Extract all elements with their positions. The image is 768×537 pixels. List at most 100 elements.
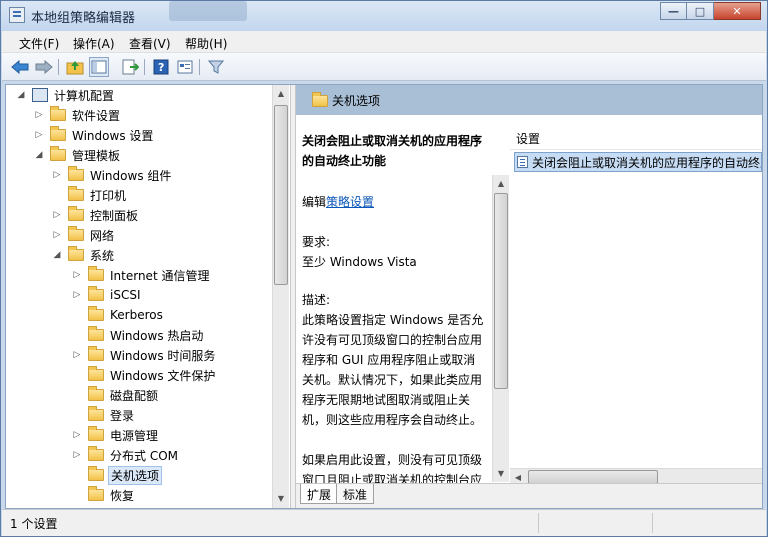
main-content: ◢ 计算机配置 ▷ 软件设置 ▷ Windows 设置 ◢ 管理模板 ▷ Windows 组件打印… [5, 84, 763, 509]
folder-icon [88, 486, 104, 501]
export-list-icon[interactable] [120, 57, 140, 77]
tree-item[interactable]: ▷ iSCSI [72, 285, 143, 305]
up-folder-icon[interactable] [65, 57, 85, 77]
description-vertical-scrollbar[interactable]: ▲ ▼ [492, 175, 509, 482]
status-text: 1 个设置 [10, 517, 58, 531]
tree-item[interactable]: ◢ 计算机配置 [16, 85, 116, 105]
scroll-up-arrow-icon[interactable]: ▲ [493, 175, 509, 191]
tree-item[interactable]: ◢ 管理模板 [34, 145, 122, 165]
forward-icon[interactable] [34, 57, 54, 77]
tree-item-label: 电源管理 [110, 428, 159, 443]
tree-item-label: 管理模板 [72, 148, 121, 163]
tree-item-label: 系统 [90, 248, 115, 263]
tree-vertical-scrollbar[interactable]: ▲ ▼ [272, 85, 289, 508]
expand-arrow-icon[interactable]: ▷ [34, 110, 44, 120]
tree-scroll-thumb[interactable] [274, 105, 288, 285]
column-header-setting[interactable]: 设置 [510, 130, 762, 150]
tree-item-label: Windows 时间服务 [110, 348, 216, 363]
settings-list: 设置 关闭会阻止或取消关机的应用程序的自动终止功能 ◀ [510, 125, 762, 485]
status-bar: 1 个设置 [2, 509, 766, 536]
folder-icon [88, 446, 104, 461]
menu-view[interactable]: 查看(V) [129, 35, 171, 52]
tree-item[interactable]: ▷ Windows 组件 [52, 165, 173, 185]
window-title: 本地组策略编辑器 [31, 11, 136, 26]
description-text-line: 机，则这些应用程序会自动终止。 [302, 413, 483, 427]
details-header: 关机选项 [296, 85, 762, 115]
tab-extended[interactable]: 扩展 [300, 484, 339, 504]
expand-arrow-icon[interactable]: ▷ [52, 230, 62, 240]
expand-arrow-icon[interactable]: ▷ [52, 210, 62, 220]
close-button[interactable]: ✕ [714, 2, 761, 20]
tree-item-label: 软件设置 [72, 108, 121, 123]
tab-standard[interactable]: 标准 [336, 484, 375, 504]
folder-icon [88, 406, 104, 421]
tree-item[interactable]: ▷ 分布式 COM [72, 445, 180, 465]
filter-icon[interactable] [206, 57, 226, 77]
menu-bar: 文件(F) 操作(A) 查看(V) 帮助(H) [2, 31, 766, 53]
collapse-arrow-icon[interactable]: ◢ [16, 90, 26, 100]
tree-item[interactable]: ▷ 控制面板 [52, 205, 140, 225]
list-scroll-thumb[interactable] [528, 470, 658, 484]
edit-policy-line: 编辑策略设置 [302, 193, 374, 210]
taskbar-preview-ghost [169, 1, 247, 21]
back-icon[interactable] [10, 57, 30, 77]
navigation-tree: ◢ 计算机配置 ▷ 软件设置 ▷ Windows 设置 ◢ 管理模板 ▷ Windows 组件打印… [6, 85, 290, 508]
tree-item[interactable]: ▷ 电源管理 [72, 425, 160, 445]
collapse-arrow-icon[interactable]: ◢ [52, 250, 62, 260]
menu-help[interactable]: 帮助(H) [185, 35, 227, 52]
expand-arrow-icon[interactable]: ▷ [72, 270, 82, 280]
tree-item-label: 分布式 COM [110, 448, 178, 463]
svg-text:?: ? [158, 61, 164, 74]
expand-arrow-icon[interactable]: ▷ [72, 430, 82, 440]
expand-arrow-icon[interactable]: ▷ [72, 350, 82, 360]
tree-item[interactable]: ◢ 系统 [52, 245, 116, 265]
properties-icon[interactable] [175, 57, 195, 77]
minimize-button[interactable]: — [660, 2, 687, 20]
folder-icon [88, 366, 104, 381]
tree-item[interactable]: ▷ Windows 时间服务 [72, 345, 217, 365]
tree-item[interactable]: Windows 热启动 [72, 325, 205, 345]
folder-icon [312, 92, 328, 107]
computer-icon [32, 88, 48, 102]
show-tree-icon[interactable] [89, 57, 109, 77]
scroll-down-arrow-icon[interactable]: ▼ [273, 490, 289, 506]
edit-policy-link[interactable]: 策略设置 [326, 195, 374, 209]
title-bar[interactable]: 本地组策略编辑器 — □ ✕ [1, 1, 767, 31]
collapse-arrow-icon[interactable]: ◢ [34, 150, 44, 160]
description-scroll-thumb[interactable] [494, 193, 508, 389]
tree-item-label: 恢复 [110, 488, 135, 503]
tree-item[interactable]: ▷ Windows 设置 [34, 125, 155, 145]
setting-row-label: 关闭会阻止或取消关机的应用程序的自动终止功能 [532, 155, 761, 170]
folder-icon [88, 386, 104, 401]
menu-file[interactable]: 文件(F) [19, 35, 59, 52]
tree-item-label: 关机选项 [108, 465, 163, 485]
help-icon[interactable]: ? [151, 57, 171, 77]
tree-item[interactable]: 登录 [72, 405, 136, 425]
menu-action[interactable]: 操作(A) [73, 35, 115, 52]
expand-arrow-icon[interactable]: ▷ [52, 170, 62, 180]
tree-item-label: 登录 [110, 408, 135, 423]
tree-item[interactable]: ▷ Internet 通信管理 [72, 265, 211, 285]
maximize-button[interactable]: □ [687, 2, 714, 20]
expand-arrow-icon[interactable]: ▷ [72, 290, 82, 300]
setting-row[interactable]: 关闭会阻止或取消关机的应用程序的自动终止功能 [514, 152, 762, 172]
scroll-up-arrow-icon[interactable]: ▲ [273, 85, 289, 101]
app-window: 本地组策略编辑器 — □ ✕ 文件(F) 操作(A) 查看(V) 帮助(H) ?… [0, 0, 768, 537]
folder-icon [88, 286, 104, 301]
scroll-down-arrow-icon[interactable]: ▼ [493, 465, 509, 481]
tree-item[interactable]: 关机选项 [72, 465, 163, 485]
description-text-line: 如果启用此设置，则没有可见顶级 [302, 453, 483, 467]
expand-arrow-icon[interactable]: ▷ [34, 130, 44, 140]
tree-item[interactable]: Windows 文件保护 [72, 365, 217, 385]
tree-item[interactable]: ▷ 软件设置 [34, 105, 122, 125]
tree-item[interactable]: 磁盘配额 [72, 385, 160, 405]
description-text-line: 此策略设置指定 Windows 是否允 [302, 313, 484, 327]
expand-arrow-icon[interactable]: ▷ [72, 450, 82, 460]
tree-item-label: 计算机配置 [54, 88, 115, 103]
tree-item[interactable]: 打印机 [52, 185, 128, 205]
tree-item[interactable]: 恢复 [72, 485, 136, 505]
tree-item-label: 打印机 [90, 188, 127, 203]
tree-item[interactable]: Kerberos [72, 305, 165, 325]
tree-item[interactable]: ▷ 网络 [52, 225, 116, 245]
